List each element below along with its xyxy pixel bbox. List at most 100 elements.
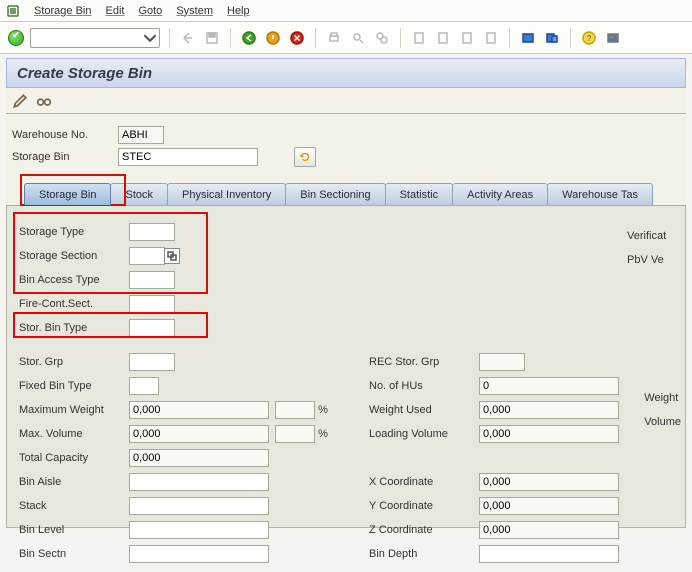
find-icon[interactable] (349, 29, 367, 47)
max-volume-unit[interactable] (275, 425, 315, 443)
menu-system[interactable]: System (176, 5, 213, 17)
fire-cont-sect-label: Fire-Cont.Sect. (19, 298, 129, 310)
separator (230, 28, 231, 48)
fire-cont-sect-field[interactable] (129, 295, 175, 313)
z-coord-label: Z Coordinate (369, 524, 479, 536)
tab-storage-bin[interactable]: Storage Bin (24, 183, 111, 205)
loading-volume-label: Loading Volume (369, 428, 479, 440)
total-capacity-field[interactable] (129, 449, 269, 467)
loading-volume-field (479, 425, 619, 443)
last-page-icon[interactable] (482, 29, 500, 47)
stor-bin-type-field[interactable] (129, 319, 175, 337)
warehouse-no-field[interactable] (118, 126, 164, 144)
tab-bin-sectioning[interactable]: Bin Sectioning (285, 183, 385, 205)
cancel-button[interactable] (288, 29, 306, 47)
rec-stor-grp-label: REC Stor. Grp (369, 356, 479, 368)
fixed-bin-type-label: Fixed Bin Type (19, 380, 129, 392)
exit-button[interactable] (264, 29, 282, 47)
prev-page-icon[interactable] (434, 29, 452, 47)
storage-section-f4-icon[interactable] (164, 248, 180, 264)
tab-strip: Storage Bin Stock Physical Inventory Bin… (6, 180, 686, 206)
volume-label: Volume (644, 410, 681, 434)
print-icon[interactable] (325, 29, 343, 47)
no-of-hus-field (479, 377, 619, 395)
bin-aisle-field[interactable] (129, 473, 269, 491)
bin-depth-field[interactable] (479, 545, 619, 563)
x-coord-label: X Coordinate (369, 476, 479, 488)
app-toolbar: ? (0, 22, 692, 54)
next-page-icon[interactable] (458, 29, 476, 47)
rec-stor-grp-field (479, 353, 525, 371)
bin-sectn-label: Bin Sectn (19, 548, 129, 560)
storage-type-field[interactable] (129, 223, 175, 241)
back-button[interactable] (240, 29, 258, 47)
object-toolbar (6, 88, 686, 114)
x-coord-field[interactable] (479, 473, 619, 491)
z-coord-field[interactable] (479, 521, 619, 539)
tab-stock[interactable]: Stock (110, 183, 168, 205)
menu-bar: Storage Bin Edit Goto System Help (0, 0, 692, 22)
bin-access-type-label: Bin Access Type (19, 274, 129, 286)
y-coord-field[interactable] (479, 497, 619, 515)
tab-body: Verificat PbV Ve Storage Type Storage Se… (6, 206, 686, 528)
bin-access-type-field[interactable] (129, 271, 175, 289)
back-icon[interactable] (179, 29, 197, 47)
page-title: Create Storage Bin (17, 65, 152, 82)
tab-warehouse-tasks[interactable]: Warehouse Tas (547, 183, 653, 205)
percent-icon: % (317, 428, 329, 440)
separator (400, 28, 401, 48)
menu-toggle-icon[interactable] (6, 4, 20, 18)
far-right-weight-volume: Weight Volume (644, 386, 681, 434)
tab-physical-inventory[interactable]: Physical Inventory (167, 183, 286, 205)
tab-activity-areas[interactable]: Activity Areas (452, 183, 548, 205)
save-icon[interactable] (203, 29, 221, 47)
bin-sectn-field[interactable] (129, 545, 269, 563)
bin-level-field[interactable] (129, 521, 269, 539)
stack-field[interactable] (129, 497, 269, 515)
bin-aisle-label: Bin Aisle (19, 476, 129, 488)
storage-section-label: Storage Section (19, 250, 129, 262)
warehouse-no-label: Warehouse No. (12, 129, 112, 141)
help-icon[interactable]: ? (580, 29, 598, 47)
tab-statistic[interactable]: Statistic (385, 183, 454, 205)
weight-used-label: Weight Used (369, 404, 479, 416)
menu-storage-bin[interactable]: Storage Bin (34, 5, 91, 17)
separator (315, 28, 316, 48)
max-volume-field[interactable] (129, 425, 269, 443)
svg-text:?: ? (587, 34, 592, 43)
refresh-button[interactable] (294, 147, 316, 167)
title-card: Create Storage Bin (6, 58, 686, 88)
menu-edit[interactable]: Edit (105, 5, 124, 17)
find-next-icon[interactable] (373, 29, 391, 47)
menu-help[interactable]: Help (227, 5, 250, 17)
total-capacity-label: Total Capacity (19, 452, 129, 464)
generate-shortcut-icon[interactable] (543, 29, 561, 47)
command-field[interactable] (30, 28, 160, 48)
stack-label: Stack (19, 500, 129, 512)
enter-button[interactable] (8, 30, 24, 46)
chevron-down-icon[interactable] (143, 31, 157, 45)
menu-goto[interactable]: Goto (138, 5, 162, 17)
weight-label: Weight (644, 386, 681, 410)
max-weight-label: Maximum Weight (19, 404, 129, 416)
max-volume-label: Max. Volume (19, 428, 129, 440)
max-weight-field[interactable] (129, 401, 269, 419)
y-coord-label: Y Coordinate (369, 500, 479, 512)
storage-type-label: Storage Type (19, 226, 129, 238)
first-page-icon[interactable] (410, 29, 428, 47)
percent-icon: % (317, 404, 329, 416)
no-of-hus-label: No. of HUs (369, 380, 479, 392)
max-weight-unit[interactable] (275, 401, 315, 419)
storage-bin-field[interactable] (118, 148, 258, 166)
bin-depth-label: Bin Depth (369, 548, 479, 560)
storage-section-field[interactable] (129, 247, 165, 265)
new-session-icon[interactable] (519, 29, 537, 47)
stor-grp-field[interactable] (129, 353, 175, 371)
pencil-icon[interactable] (12, 93, 28, 109)
local-layout-icon[interactable] (604, 29, 622, 47)
stor-grp-label: Stor. Grp (19, 356, 129, 368)
fixed-bin-type-field[interactable] (129, 377, 159, 395)
stor-bin-type-label: Stor. Bin Type (19, 322, 129, 334)
glasses-icon[interactable] (36, 93, 52, 109)
separator (570, 28, 571, 48)
